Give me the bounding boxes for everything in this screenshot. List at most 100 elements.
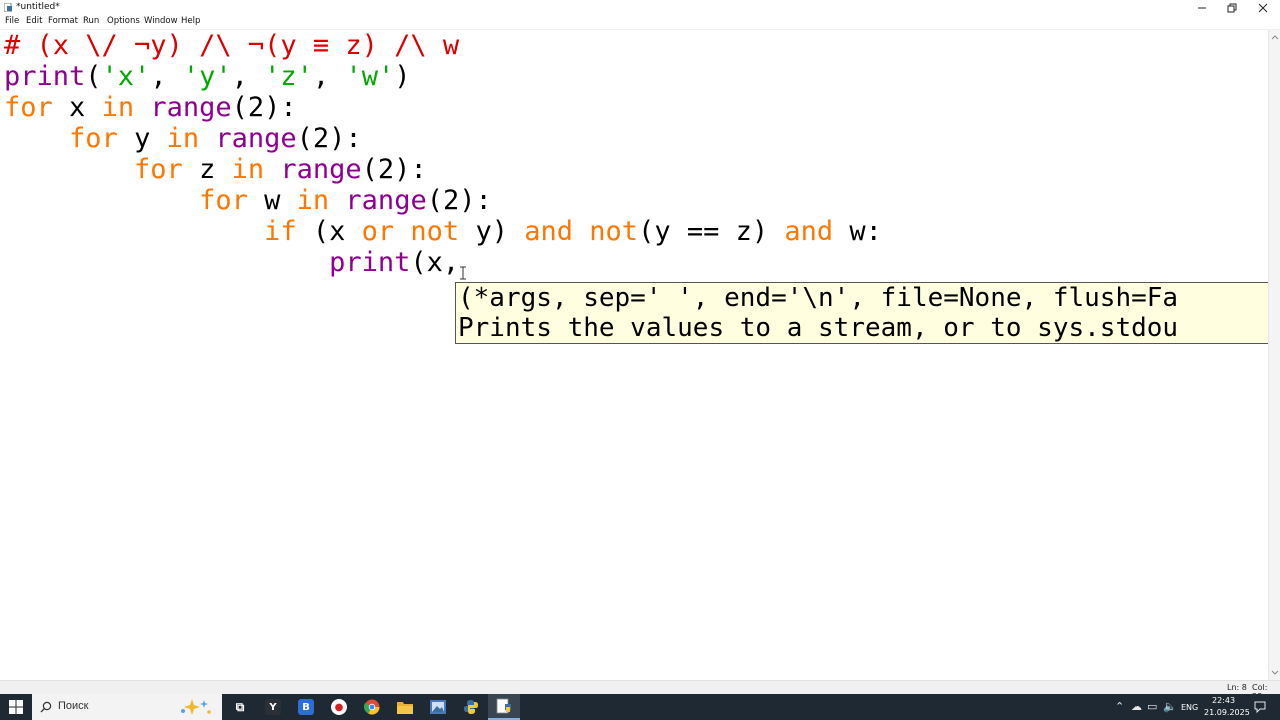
clock-time[interactable]: 22:43 (1212, 696, 1235, 705)
start-button[interactable] (0, 694, 32, 720)
network-icon[interactable]: ▭ (1147, 700, 1157, 713)
taskbar-yandex[interactable]: Y (257, 694, 289, 720)
chrome-icon (364, 699, 380, 715)
code-line-3: for x in range(2): (4, 92, 297, 123)
minimize-button[interactable] (1187, 0, 1217, 15)
calltip-signature: (*args, sep=' ', end='\n', file=None, fl… (458, 283, 1179, 313)
taskbar-chrome[interactable] (356, 694, 388, 720)
builtin-print: print (329, 247, 411, 278)
search-placeholder: Поиск (58, 700, 89, 712)
onedrive-icon[interactable]: ☁ (1131, 700, 1142, 713)
search-highlight-icon (181, 699, 211, 715)
menu-options[interactable]: Options (107, 16, 140, 26)
keyword-not: not (410, 216, 460, 247)
taskbar-vk[interactable]: В (290, 694, 322, 720)
yandex-icon: Y (265, 699, 281, 715)
windows-logo-icon (9, 700, 23, 714)
expression-text: (x (296, 216, 362, 247)
taskbar-idle-active[interactable] (488, 694, 520, 720)
vertical-scrollbar[interactable] (1268, 30, 1280, 680)
builtin-range: range (215, 123, 297, 154)
comma: , (312, 61, 346, 92)
range-args: (2): (361, 154, 427, 185)
image-viewer-icon (430, 700, 446, 714)
string-literal: 'z' (264, 61, 313, 92)
menu-window[interactable]: Window (144, 16, 178, 26)
notifications-icon[interactable] (1254, 701, 1266, 713)
status-bar: Ln: 8 Col: 28 (0, 680, 1280, 701)
title-bar: *untitled* (0, 0, 1280, 15)
taskbar-python[interactable] (455, 694, 487, 720)
keyword-not: not (589, 216, 639, 247)
taskbar-image-viewer[interactable] (422, 694, 454, 720)
comma: , (231, 61, 265, 92)
code-line-6: for w in range(2): (4, 185, 492, 216)
code-line-2: print('x', 'y', 'z', 'w') (4, 61, 410, 92)
code-line-8: print(x, (4, 247, 459, 278)
paren: ) (394, 61, 411, 92)
menu-bar: File Edit Format Run Options Window Help (0, 15, 1280, 30)
ibeam-cursor-icon (460, 266, 466, 280)
taskbar-task-view[interactable]: ⧉ (224, 694, 256, 720)
keyword-for: for (69, 123, 118, 154)
scroll-down-icon[interactable] (1269, 668, 1280, 678)
obs-icon: ● (331, 699, 347, 715)
builtin-range: range (345, 185, 427, 216)
language-indicator[interactable]: ENG (1181, 703, 1198, 712)
keyword-and: and (784, 216, 834, 247)
print-args: (x, (410, 247, 460, 278)
menu-run[interactable]: Run (83, 16, 99, 26)
range-args: (2): (426, 185, 492, 216)
range-args: (2): (296, 123, 362, 154)
keyword-or: or (361, 216, 395, 247)
keyword-if: if (264, 216, 297, 247)
scroll-up-icon[interactable] (1269, 32, 1280, 42)
folder-icon (397, 702, 413, 714)
expression-text: w: (833, 216, 882, 247)
code-line-7: if (x or not y) and not(y == z) and w: (4, 216, 882, 247)
expression-text: y) (459, 216, 525, 247)
string-literal: 'y' (182, 61, 232, 92)
idle-editor-icon (496, 698, 511, 714)
menu-edit[interactable]: Edit (26, 16, 42, 26)
loop-variable: x (52, 92, 102, 123)
code-editor[interactable]: # (x \/ ¬y) /\ ¬(y ≡ z) /\ w print('x', … (0, 30, 1268, 680)
keyword-in: in (166, 123, 200, 154)
comment-text: # (x \/ ¬y) /\ ¬(y ≡ z) /\ w (4, 30, 460, 61)
expression-text (394, 216, 410, 247)
tray-expand-icon[interactable]: ⌃ (1115, 700, 1124, 713)
close-button[interactable] (1248, 0, 1278, 15)
volume-icon[interactable]: 🔈 (1163, 700, 1177, 713)
comma: , (150, 61, 183, 92)
clock-date[interactable]: 21.09.2025 (1204, 708, 1250, 717)
maximize-button[interactable] (1217, 0, 1247, 15)
menu-format[interactable]: Format (48, 16, 78, 26)
restore-icon (1227, 3, 1237, 12)
taskbar-obs[interactable]: ● (323, 694, 355, 720)
keyword-for: for (134, 154, 183, 185)
string-literal: 'w' (345, 61, 395, 92)
taskbar-search-box[interactable]: Поиск (32, 694, 222, 720)
menu-file[interactable]: File (5, 16, 19, 26)
range-args: (2): (231, 92, 297, 123)
expression-text: (y == z) (638, 216, 785, 247)
builtin-range: range (150, 92, 232, 123)
expression-text (573, 216, 589, 247)
close-icon (1258, 3, 1268, 12)
python-icon (464, 700, 478, 714)
code-line-4: for y in range(2): (4, 123, 362, 154)
task-view-icon: ⧉ (235, 699, 245, 714)
menu-help[interactable]: Help (181, 16, 200, 26)
builtin-range: range (280, 154, 362, 185)
loop-variable: w (247, 185, 297, 216)
paren: ( (85, 61, 102, 92)
taskbar-file-explorer[interactable] (389, 694, 421, 720)
